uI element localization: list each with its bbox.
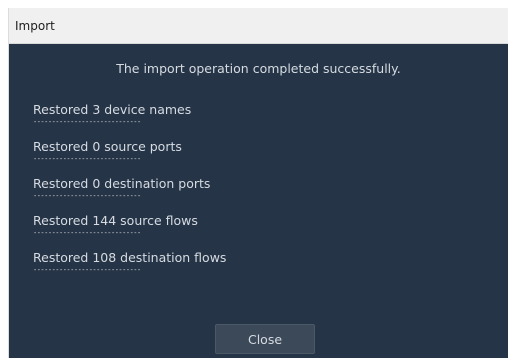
dialog-title: Import [15, 19, 55, 33]
result-item-source-flows: Restored 144 source flows --------------… [33, 213, 226, 250]
import-results-list: Restored 3 device names ----------------… [33, 102, 226, 287]
import-dialog: Import The import operation completed su… [8, 8, 508, 358]
result-separator: ----------------------------- [33, 266, 141, 274]
result-separator: ----------------------------- [33, 229, 141, 237]
result-item-destination-flows: Restored 108 destination flows ---------… [33, 250, 226, 287]
success-message: The import operation completed successfu… [116, 61, 401, 76]
result-item-source-ports: Restored 0 source ports ----------------… [33, 139, 226, 176]
title-bar[interactable]: Import [9, 8, 508, 44]
result-separator: ----------------------------- [33, 118, 141, 126]
result-separator: ----------------------------- [33, 192, 141, 200]
close-button[interactable]: Close [215, 324, 315, 354]
result-separator: ----------------------------- [33, 155, 141, 163]
result-item-device-names: Restored 3 device names ----------------… [33, 102, 226, 139]
result-item-destination-ports: Restored 0 destination ports -----------… [33, 176, 226, 213]
